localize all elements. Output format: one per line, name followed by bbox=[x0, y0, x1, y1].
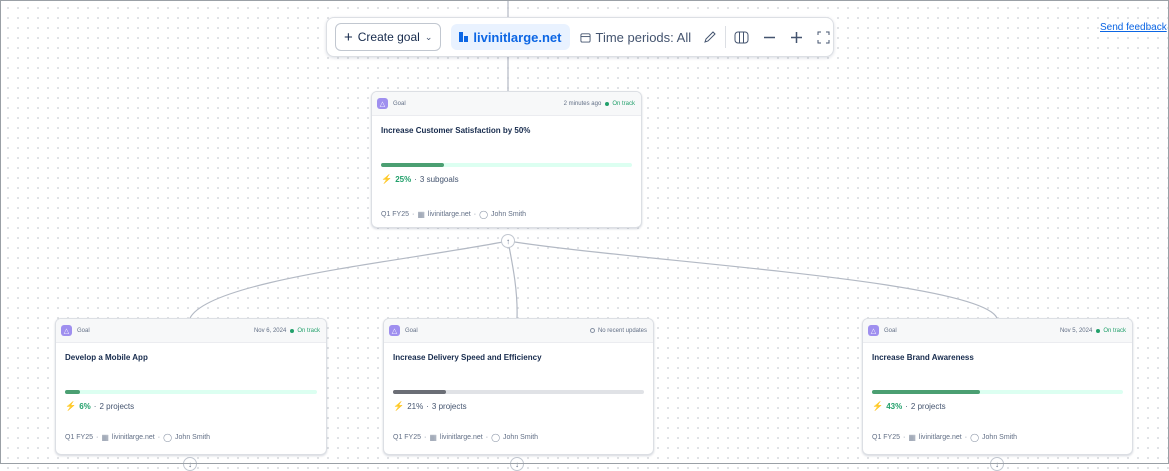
card-title[interactable]: Increase Delivery Speed and Efficiency bbox=[384, 353, 653, 362]
user-icon: ◯ bbox=[163, 433, 173, 442]
owner: John Smith bbox=[175, 434, 211, 441]
card-title[interactable]: Develop a Mobile App bbox=[56, 353, 326, 362]
lightning-icon: ⚡ bbox=[65, 401, 77, 411]
progress-bar bbox=[393, 390, 644, 394]
owner: John Smith bbox=[503, 434, 539, 441]
owner: John Smith bbox=[491, 211, 527, 218]
card-meta: Q1 FY25 · ▦ livinitlarge.net · ◯ John Smith bbox=[65, 433, 211, 442]
progress-bar bbox=[65, 390, 317, 394]
period: Q1 FY25 bbox=[381, 211, 410, 218]
progress-summary: ⚡ 43% · 2 projects bbox=[872, 401, 946, 411]
updated-time: Nov 5, 2024 bbox=[1059, 327, 1093, 334]
site: livinitlarge.net bbox=[918, 434, 962, 441]
goal-card[interactable]: △ Goal Nov 6, 2024 On track Develop a Mo… bbox=[55, 318, 327, 455]
updated-time: Nov 6, 2024 bbox=[253, 327, 287, 334]
lightning-icon: ⚡ bbox=[381, 174, 393, 184]
goal-card[interactable]: △ Goal Nov 5, 2024 On track Increase Bra… bbox=[862, 318, 1133, 455]
building-icon: ▦ bbox=[908, 433, 916, 442]
card-meta: Q1 FY25 · ▦ livinitlarge.net · ◯ John Smith bbox=[381, 210, 527, 219]
time-periods-label: Time periods: All bbox=[595, 29, 692, 45]
progress-bar bbox=[381, 163, 632, 167]
goal-icon: △ bbox=[868, 325, 879, 336]
site: livinitlarge.net bbox=[439, 434, 483, 441]
canvas-toolbar: + Create goal ⌄ livinitlarge.net Time pe… bbox=[326, 17, 834, 57]
period: Q1 FY25 bbox=[393, 434, 422, 441]
map-icon[interactable] bbox=[734, 31, 749, 44]
create-goal-label: Create goal bbox=[357, 30, 420, 44]
arrow-up-icon: ↑ bbox=[506, 236, 510, 246]
arrow-down-icon: ↓ bbox=[188, 459, 192, 469]
goal-icon: △ bbox=[389, 325, 400, 336]
updated-time: 2 minutes ago bbox=[563, 100, 602, 107]
card-title[interactable]: Increase Brand Awareness bbox=[863, 353, 1132, 362]
user-icon: ◯ bbox=[479, 210, 489, 219]
lightning-icon: ⚡ bbox=[393, 401, 405, 411]
zoom-in-icon[interactable] bbox=[790, 31, 803, 44]
expand-children-button[interactable]: ↓ bbox=[510, 457, 524, 471]
card-type: Goal bbox=[393, 100, 406, 107]
status-badge: On track bbox=[1096, 328, 1126, 334]
building-icon: ▦ bbox=[101, 433, 109, 442]
card-header: △ Goal Nov 5, 2024 On track bbox=[863, 319, 1132, 343]
user-icon: ◯ bbox=[491, 433, 501, 442]
pen-icon[interactable] bbox=[703, 30, 717, 44]
status-badge: On track bbox=[605, 101, 635, 107]
card-meta: Q1 FY25 · ▦ livinitlarge.net · ◯ John Smith bbox=[872, 433, 1018, 442]
arrow-down-icon: ↓ bbox=[515, 459, 519, 469]
building-icon: ▦ bbox=[417, 210, 425, 219]
site: livinitlarge.net bbox=[111, 434, 155, 441]
site: livinitlarge.net bbox=[427, 211, 471, 218]
plus-icon: + bbox=[344, 28, 353, 46]
time-periods-button[interactable]: Time periods: All bbox=[579, 29, 692, 45]
building-icon: ▦ bbox=[429, 433, 437, 442]
project-count: 2 projects bbox=[99, 402, 135, 411]
collapse-children-button[interactable]: ↑ bbox=[501, 234, 515, 248]
building-icon bbox=[459, 32, 469, 42]
card-title[interactable]: Increase Customer Satisfaction by 50% bbox=[372, 126, 641, 135]
progress-bar bbox=[872, 390, 1123, 394]
card-header: △ Goal 2 minutes ago On track bbox=[372, 92, 641, 116]
project-count: 2 projects bbox=[910, 402, 946, 411]
site-filter-label: livinitlarge.net bbox=[473, 29, 562, 45]
card-header: △ Goal Nov 6, 2024 On track bbox=[56, 319, 326, 343]
card-type: Goal bbox=[77, 327, 90, 334]
period: Q1 FY25 bbox=[872, 434, 901, 441]
owner: John Smith bbox=[982, 434, 1018, 441]
goal-icon: △ bbox=[61, 325, 72, 336]
status-badge: No recent updates bbox=[589, 328, 647, 334]
fullscreen-icon[interactable] bbox=[817, 31, 830, 44]
card-header: △ Goal No recent updates bbox=[384, 319, 653, 343]
user-icon: ◯ bbox=[970, 433, 980, 442]
chevron-down-icon: ⌄ bbox=[424, 31, 433, 42]
goal-card[interactable]: △ Goal No recent updates Increase Delive… bbox=[383, 318, 654, 455]
lightning-icon: ⚡ bbox=[872, 401, 884, 411]
progress-summary: ⚡ 25% · 3 subgoals bbox=[381, 174, 459, 184]
period: Q1 FY25 bbox=[65, 434, 94, 441]
create-goal-button[interactable]: + Create goal ⌄ bbox=[335, 23, 442, 51]
send-feedback-link[interactable]: Send feedback bbox=[1100, 22, 1167, 33]
site-filter-button[interactable]: livinitlarge.net bbox=[451, 24, 570, 50]
goal-icon: △ bbox=[377, 98, 388, 109]
subgoal-count: 3 subgoals bbox=[419, 175, 459, 184]
expand-children-button[interactable]: ↓ bbox=[990, 457, 1004, 471]
calendar-icon bbox=[579, 32, 591, 43]
arrow-down-icon: ↓ bbox=[995, 459, 999, 469]
goal-card-root[interactable]: △ Goal 2 minutes ago On track Increase C… bbox=[371, 91, 642, 228]
card-type: Goal bbox=[405, 327, 418, 334]
expand-children-button[interactable]: ↓ bbox=[183, 457, 197, 471]
project-count: 3 projects bbox=[431, 402, 467, 411]
zoom-out-icon[interactable] bbox=[763, 31, 776, 44]
progress-summary: ⚡ 6% · 2 projects bbox=[65, 401, 135, 411]
status-badge: On track bbox=[290, 328, 320, 334]
card-type: Goal bbox=[884, 327, 897, 334]
toolbar-divider bbox=[725, 26, 727, 48]
card-meta: Q1 FY25 · ▦ livinitlarge.net · ◯ John Smith bbox=[393, 433, 539, 442]
progress-summary: ⚡ 21% · 3 projects bbox=[393, 401, 467, 411]
